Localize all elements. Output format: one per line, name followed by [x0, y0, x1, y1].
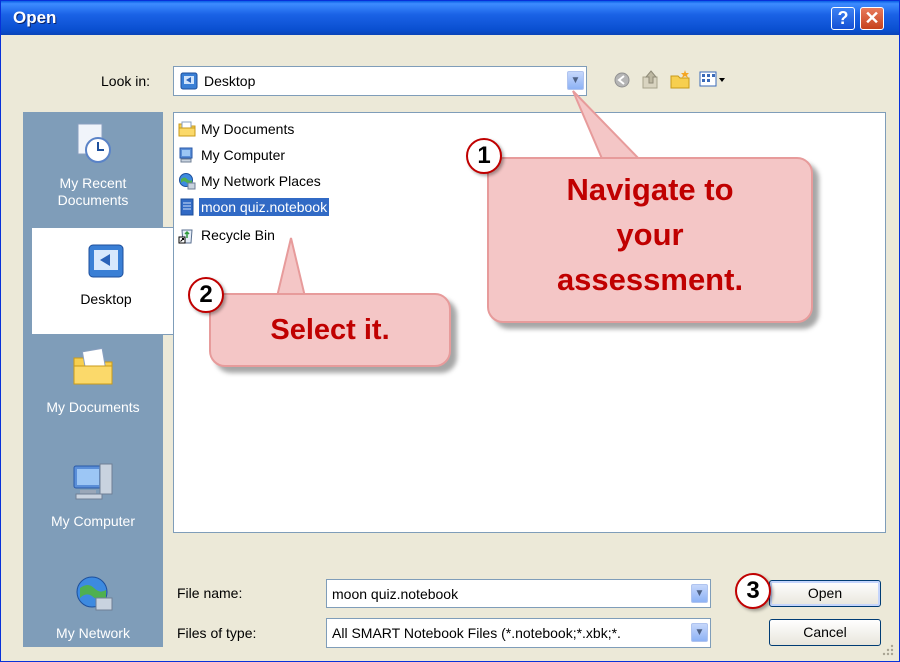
step-2-badge: 2 [188, 277, 224, 313]
dialog-title: Open [13, 8, 57, 27]
file-name: My Network Places [201, 173, 321, 190]
look-in-value: Desktop [204, 73, 256, 89]
file-name: moon quiz.notebook [199, 198, 330, 217]
recent-documents-icon [23, 120, 163, 169]
file-type-value: All SMART Notebook Files (*.notebook;*.x… [332, 625, 621, 641]
place-label: My Recent Documents [57, 175, 129, 208]
question-mark-icon: ? [837, 8, 849, 28]
resize-grip-icon[interactable] [877, 639, 895, 657]
places-bar: My Recent Documents Desktop My Documents… [23, 112, 181, 647]
computer-icon [178, 146, 196, 164]
step-1-badge: 1 [466, 138, 502, 174]
step-3-badge: 3 [735, 573, 771, 609]
file-name: My Computer [201, 147, 286, 164]
file-type-label: Files of type: [177, 625, 257, 641]
place-my-network[interactable]: My Network [23, 570, 163, 642]
open-button[interactable]: Open [769, 580, 881, 607]
desktop-icon [180, 72, 198, 90]
file-name: Recycle Bin [201, 227, 275, 244]
place-my-documents[interactable]: My Documents [23, 344, 163, 416]
place-desktop[interactable]: Desktop [31, 227, 181, 335]
new-folder-icon[interactable] [669, 69, 691, 91]
file-type-dropdown[interactable]: All SMART Notebook Files (*.notebook;*.x… [326, 618, 711, 648]
documents-folder-icon [23, 344, 163, 393]
list-item[interactable]: Recycle Bin [178, 226, 277, 248]
file-name-label: File name: [177, 585, 243, 601]
chevron-down-icon[interactable]: ▼ [691, 623, 708, 642]
network-globe-icon [23, 570, 163, 619]
look-in-dropdown[interactable]: Desktop ▼ [173, 66, 587, 96]
callout-text: Select it. [270, 314, 390, 346]
list-item[interactable]: My Computer [178, 146, 287, 168]
view-menu-icon[interactable] [699, 70, 727, 90]
place-label: Desktop [80, 291, 132, 307]
place-my-computer[interactable]: My Computer [23, 458, 163, 530]
chevron-down-icon[interactable]: ▼ [567, 71, 584, 90]
callout-select: Select it. [209, 293, 451, 367]
back-icon[interactable] [613, 71, 631, 89]
list-item[interactable]: My Network Places [178, 172, 323, 194]
desktop-icon [32, 242, 180, 285]
network-icon [178, 172, 196, 190]
file-name-value: moon quiz.notebook [332, 586, 459, 602]
help-button[interactable]: ? [831, 7, 855, 30]
chevron-down-icon[interactable]: ▼ [691, 584, 708, 603]
close-button[interactable]: ✕ [860, 7, 884, 30]
place-label: My Network [56, 625, 130, 641]
up-folder-icon[interactable] [641, 69, 661, 91]
list-item[interactable]: My Documents [178, 120, 296, 142]
cancel-button[interactable]: Cancel [769, 619, 881, 646]
callout-text: Navigate to your assessment. [556, 172, 744, 297]
place-label: My Documents [46, 399, 140, 415]
file-name: My Documents [201, 121, 295, 138]
list-item[interactable]: moon quiz.notebook [178, 198, 330, 220]
computer-icon [23, 458, 163, 507]
notebook-file-icon [178, 198, 196, 216]
file-name-input[interactable]: moon quiz.notebook ▼ [326, 579, 711, 608]
place-label: My Computer [50, 513, 136, 529]
open-dialog: Open ? ✕ Look in: Desktop ▼ My Recent Do… [0, 0, 900, 662]
place-my-recent-documents[interactable]: My Recent Documents [23, 120, 163, 209]
title-bar[interactable]: Open ? ✕ [1, 1, 899, 35]
callout-navigate: Navigate to your assessment. [487, 157, 813, 323]
folder-icon [178, 120, 196, 138]
close-icon: ✕ [864, 8, 880, 28]
look-in-label: Look in: [101, 73, 151, 89]
recycle-bin-icon [178, 226, 196, 244]
